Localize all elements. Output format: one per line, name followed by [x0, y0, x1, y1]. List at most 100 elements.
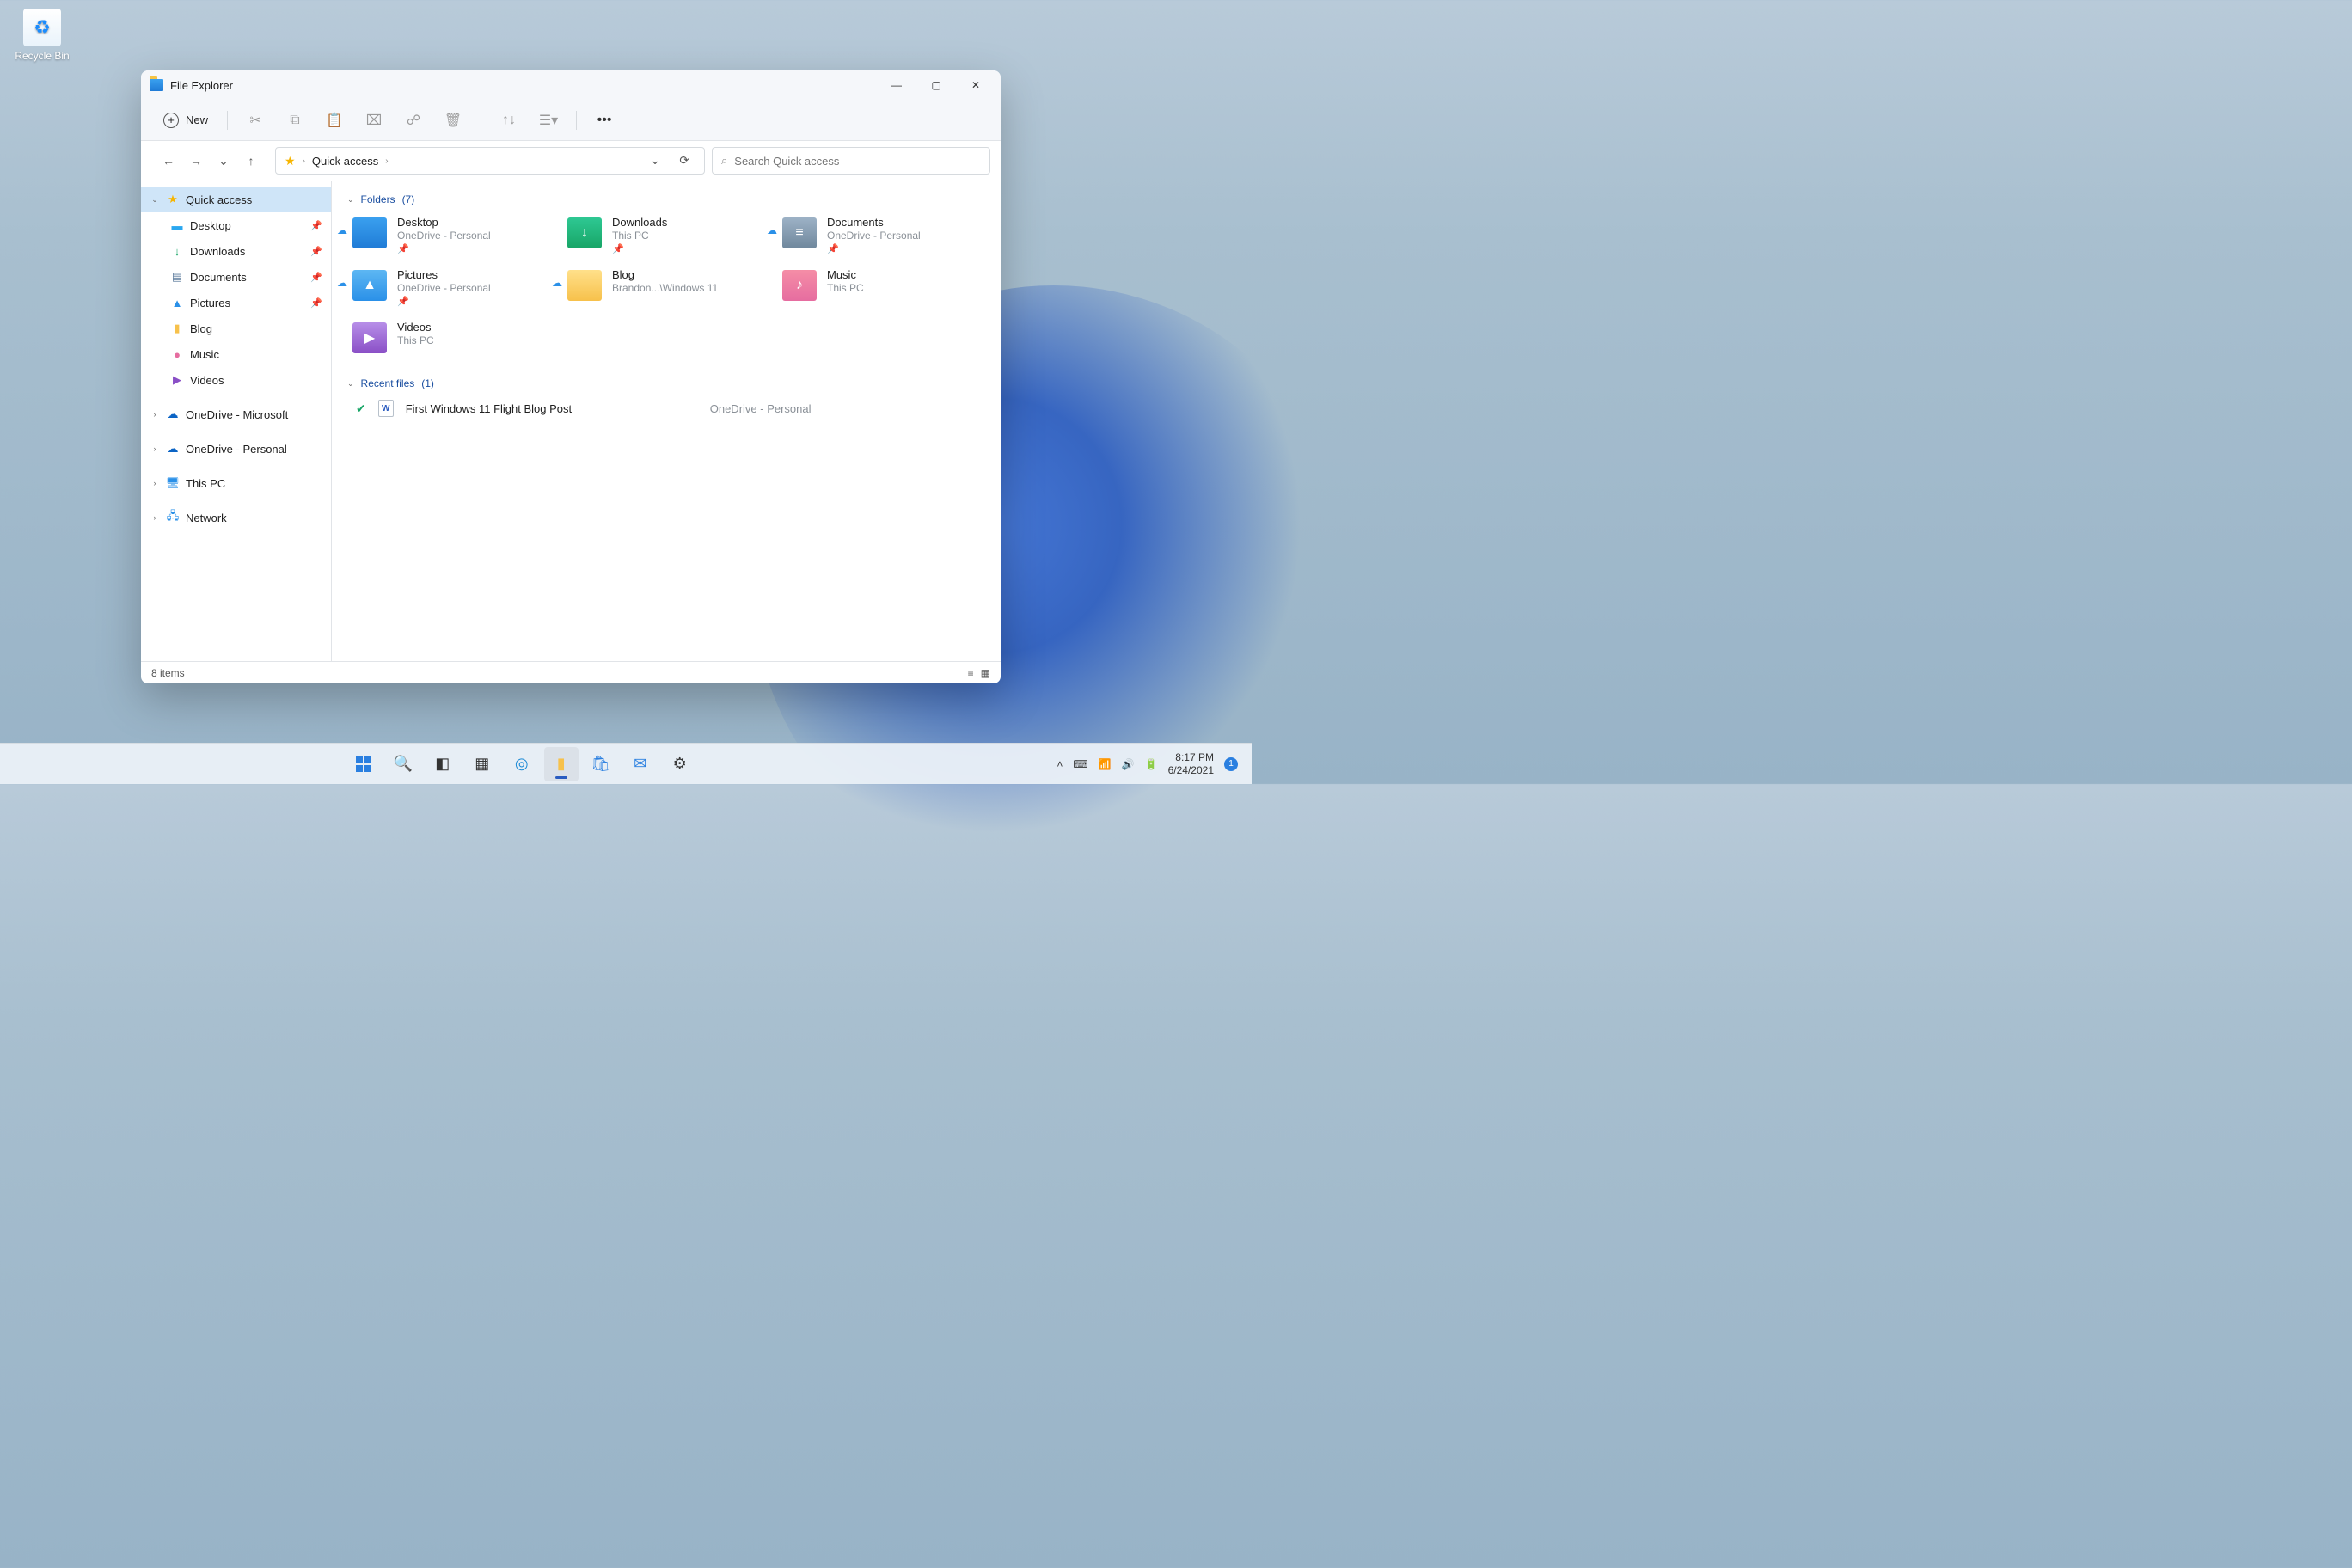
notification-badge[interactable]: 1 — [1224, 757, 1238, 771]
new-button[interactable]: + New — [155, 105, 217, 136]
command-bar: + New ✂ ⧉ 📋 ⌧ ☍ 🗑 ↑↓ ☰▾ ••• — [141, 100, 1001, 141]
maximize-button[interactable]: ▢ — [916, 70, 956, 100]
sidebar-item-label: Quick access — [186, 193, 252, 206]
sidebar-item-blog[interactable]: ▮Blog — [141, 315, 331, 341]
address-dropdown-button[interactable]: ⌄ — [644, 150, 666, 172]
paste-button[interactable]: 📋 — [317, 105, 352, 136]
clock-time: 8:17 PM — [1168, 751, 1214, 763]
back-button[interactable]: ← — [156, 149, 181, 173]
chevron-down-icon[interactable]: ⌄ — [150, 195, 160, 205]
rename-button[interactable]: ⌧ — [357, 105, 391, 136]
section-recent-header[interactable]: ⌄ Recent files (1) — [347, 372, 985, 396]
chevron-right-icon[interactable]: › — [150, 479, 160, 487]
clock[interactable]: 8:17 PM 6/24/2021 — [1168, 751, 1214, 776]
taskbar-app-explorer[interactable]: ▮ — [544, 747, 579, 781]
folder-item-documents[interactable]: ☁≡DocumentsOneDrive - Personal📌 — [777, 212, 982, 258]
close-button[interactable]: ✕ — [956, 70, 995, 100]
chevron-right-icon[interactable]: › — [150, 513, 160, 522]
folder-thumbnail: ♪ — [782, 270, 817, 301]
folder-name: Music — [827, 268, 864, 281]
search-input[interactable] — [734, 155, 981, 168]
status-bar: 8 items ≡ ▦ — [141, 661, 1001, 683]
folder-thumbnail: ▶ — [352, 322, 387, 353]
section-folders-header[interactable]: ⌄ Folders (7) — [347, 188, 985, 212]
up-button[interactable]: ↑ — [239, 149, 263, 173]
folder-item-pictures[interactable]: ☁▲PicturesOneDrive - Personal📌 — [347, 265, 552, 310]
pin-icon: 📌 — [310, 297, 322, 309]
folder-name: Documents — [827, 216, 921, 229]
cut-button[interactable]: ✂ — [238, 105, 273, 136]
folder-item-downloads[interactable]: ↓DownloadsThis PC📌 — [562, 212, 767, 258]
titlebar[interactable]: File Explorer ― ▢ ✕ — [141, 70, 1001, 100]
cloud-icon: ☁ — [166, 442, 180, 456]
folder-item-music[interactable]: ♪MusicThis PC — [777, 265, 982, 310]
folder-item-blog[interactable]: ☁BlogBrandon...\Windows 11 — [562, 265, 767, 310]
copy-button[interactable]: ⧉ — [278, 105, 312, 136]
sort-button[interactable]: ↑↓ — [492, 105, 526, 136]
taskbar-app-settings[interactable]: ⚙ — [663, 747, 697, 781]
forward-button[interactable]: → — [184, 149, 208, 173]
refresh-button[interactable]: ⟳ — [673, 150, 695, 172]
sidebar-item-quick-access[interactable]: ⌄ ★ Quick access — [141, 187, 331, 212]
sidebar-item-desktop[interactable]: ▬Desktop📌 — [141, 212, 331, 238]
download-icon: ↓ — [170, 244, 184, 258]
search-box[interactable]: ⌕ — [712, 147, 990, 175]
folder-location: This PC — [612, 230, 667, 242]
folder-name: Videos — [397, 321, 434, 334]
taskbar-app-edge[interactable]: ◎ — [505, 747, 539, 781]
view-icon: ☰▾ — [539, 112, 558, 129]
start-button[interactable] — [346, 747, 381, 781]
view-button[interactable]: ☰▾ — [531, 105, 566, 136]
taskbar-search-button[interactable]: 🔍 — [386, 747, 420, 781]
volume-icon[interactable]: 🔊 — [1122, 758, 1135, 770]
share-button[interactable]: ☍ — [396, 105, 431, 136]
sidebar-item-downloads[interactable]: ↓Downloads📌 — [141, 238, 331, 264]
sidebar-item-onedrive-microsoft[interactable]: ›☁OneDrive - Microsoft — [141, 401, 331, 427]
navigation-pane[interactable]: ⌄ ★ Quick access ▬Desktop📌 ↓Downloads📌 ▤… — [141, 181, 332, 661]
desktop-icon-recycle-bin[interactable]: Recycle Bin — [12, 9, 72, 62]
sidebar-item-label: Pictures — [190, 297, 230, 309]
sidebar-item-label: OneDrive - Microsoft — [186, 408, 288, 421]
sidebar-item-videos[interactable]: ▶Videos — [141, 367, 331, 393]
battery-icon[interactable]: 🔋 — [1145, 758, 1158, 770]
more-button[interactable]: ••• — [587, 105, 622, 136]
sidebar-item-network[interactable]: ›🖧Network — [141, 505, 331, 530]
taskbar[interactable]: 🔍 ◧ ▦ ◎ ▮ 🛍 ✉ ⚙ ˄ ⌨ 📶 🔊 🔋 8:17 PM 6/24/2… — [0, 743, 1252, 784]
windows-logo-icon — [356, 756, 371, 772]
folder-item-videos[interactable]: ▶VideosThis PC — [347, 317, 552, 357]
recent-file-item[interactable]: ✔WFirst Windows 11 Flight Blog PostOneDr… — [347, 396, 985, 420]
documents-icon: ▤ — [170, 270, 184, 284]
sidebar-item-documents[interactable]: ▤Documents📌 — [141, 264, 331, 290]
word-document-icon: W — [378, 400, 394, 417]
chevron-right-icon[interactable]: › — [150, 410, 160, 419]
minimize-button[interactable]: ― — [877, 70, 916, 100]
folder-icon: ▮ — [557, 755, 566, 773]
content-pane[interactable]: ⌄ Folders (7) ☁DesktopOneDrive - Persona… — [332, 181, 1001, 661]
taskbar-app-store[interactable]: 🛍 — [584, 747, 618, 781]
sidebar-item-onedrive-personal[interactable]: ›☁OneDrive - Personal — [141, 436, 331, 462]
widgets-button[interactable]: ▦ — [465, 747, 499, 781]
sync-success-icon: ✔ — [356, 401, 366, 416]
recent-locations-button[interactable]: ⌄ — [211, 149, 236, 173]
sidebar-item-this-pc[interactable]: ›🖥This PC — [141, 470, 331, 496]
sidebar-item-pictures[interactable]: ▲ Pictures 📌 — [141, 290, 331, 315]
details-view-button[interactable]: ≡ — [968, 667, 974, 679]
tiles-view-button[interactable]: ▦ — [981, 667, 990, 679]
keyboard-icon[interactable]: ⌨ — [1073, 758, 1087, 770]
sort-icon: ↑↓ — [502, 113, 516, 128]
pictures-icon: ▲ — [170, 296, 184, 309]
sidebar-item-music[interactable]: ●Music — [141, 341, 331, 367]
chevron-right-icon[interactable]: › — [150, 444, 160, 453]
breadcrumb[interactable]: Quick access — [312, 155, 378, 168]
taskbar-app-mail[interactable]: ✉ — [623, 747, 658, 781]
section-recent-count: (1) — [421, 377, 434, 389]
system-tray[interactable]: ˄ ⌨ 📶 🔊 🔋 8:17 PM 6/24/2021 1 — [1043, 751, 1252, 776]
task-view-button[interactable]: ◧ — [426, 747, 460, 781]
address-bar[interactable]: ★ › Quick access › ⌄ ⟳ — [275, 147, 705, 175]
wifi-icon[interactable]: 📶 — [1099, 758, 1112, 770]
share-icon: ☍ — [407, 112, 420, 129]
clock-date: 6/24/2021 — [1168, 764, 1214, 776]
delete-button[interactable]: 🗑 — [436, 105, 470, 136]
folder-item-desktop[interactable]: ☁DesktopOneDrive - Personal📌 — [347, 212, 552, 258]
tray-overflow-button[interactable]: ˄ — [1057, 758, 1063, 770]
